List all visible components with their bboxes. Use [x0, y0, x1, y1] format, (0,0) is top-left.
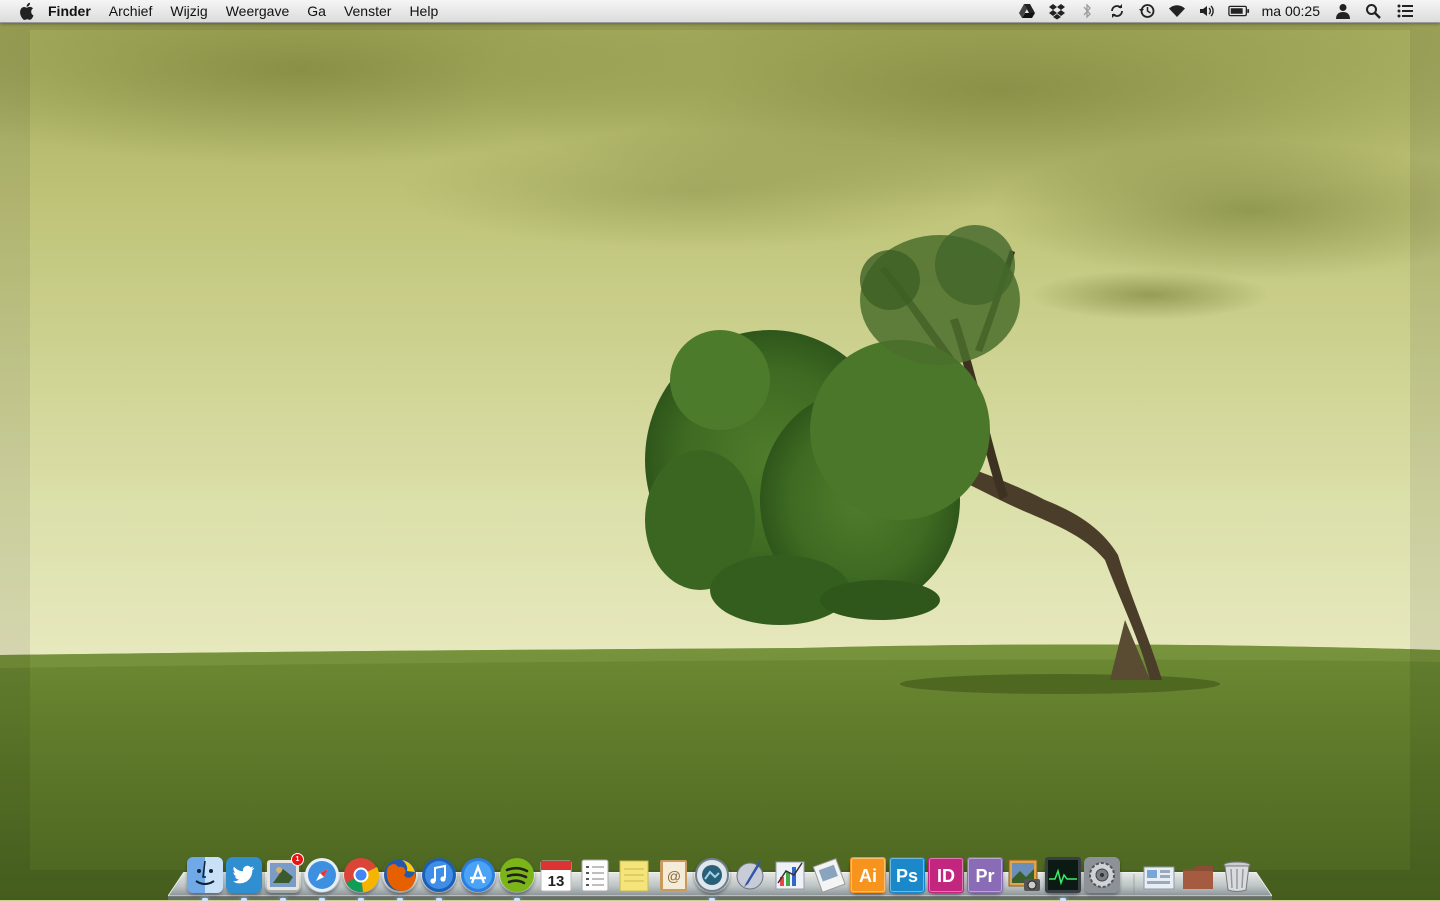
calendar-icon[interactable]: 13 — [538, 857, 574, 893]
menu-ga[interactable]: Ga — [298, 0, 335, 22]
indesign-label: ID — [937, 866, 955, 886]
photoshop-label: Ps — [896, 866, 918, 886]
menu-bar: Finder Archief Wijzig Weergave Ga Venste… — [0, 0, 1440, 23]
grapher-icon[interactable] — [772, 857, 808, 893]
itunes-icon[interactable] — [421, 857, 457, 901]
google-drive-icon[interactable] — [1018, 2, 1036, 20]
dock: 1 13 @ Ai Ps ID Pr — [187, 853, 1258, 901]
photoshop-icon[interactable]: Ps — [889, 857, 925, 893]
time-machine-icon[interactable] — [1138, 2, 1156, 20]
indesign-icon[interactable]: ID — [928, 857, 964, 893]
wifi-icon[interactable] — [1168, 2, 1186, 20]
menu-help[interactable]: Help — [400, 0, 447, 22]
notes-icon[interactable] — [616, 857, 652, 893]
activity-monitor-icon[interactable] — [1045, 857, 1081, 901]
applications-stack-icon[interactable] — [1141, 857, 1177, 893]
image-capture-icon[interactable] — [1006, 857, 1042, 893]
premiere-icon[interactable]: Pr — [967, 857, 1003, 893]
menu-archief[interactable]: Archief — [100, 0, 162, 22]
menu-bar-clock[interactable]: ma 00:25 — [1262, 3, 1320, 19]
menu-app-finder[interactable]: Finder — [34, 0, 100, 22]
desktop-wallpaper — [0, 0, 1440, 900]
bluetooth-icon[interactable] — [1078, 2, 1096, 20]
documents-stack-icon[interactable] — [1180, 857, 1216, 893]
menu-bar-status-area: ma 00:25 — [1012, 0, 1440, 22]
spotlight-search-icon[interactable] — [1364, 2, 1382, 20]
dropbox-icon[interactable] — [1048, 2, 1066, 20]
contacts-icon[interactable]: @ — [655, 857, 691, 893]
script-editor-icon[interactable] — [733, 857, 769, 893]
trash-icon[interactable] — [1219, 857, 1255, 893]
chrome-icon[interactable] — [343, 857, 379, 901]
twitter-icon[interactable] — [226, 857, 262, 901]
mail-icon[interactable]: 1 — [265, 853, 304, 901]
menu-wijzig[interactable]: Wijzig — [161, 0, 216, 22]
menu-weergave[interactable]: Weergave — [217, 0, 299, 22]
premiere-label: Pr — [975, 866, 994, 886]
system-preferences-icon[interactable] — [1084, 857, 1120, 893]
menu-venster[interactable]: Venster — [335, 0, 400, 22]
menu-bar-left: Finder Archief Wijzig Weergave Ga Venste… — [0, 0, 447, 22]
svg-text:@: @ — [667, 868, 681, 884]
battery-icon[interactable] — [1227, 2, 1250, 20]
preview-icon[interactable] — [811, 857, 847, 893]
firefox-icon[interactable] — [382, 857, 418, 901]
notification-list-icon[interactable] — [1394, 2, 1416, 20]
finder-icon[interactable] — [187, 857, 223, 901]
apple-logo-icon[interactable] — [18, 2, 34, 20]
app-store-icon[interactable] — [460, 857, 496, 893]
reminders-icon[interactable] — [577, 857, 613, 893]
user-icon[interactable] — [1334, 2, 1352, 20]
calendar-date-label: 13 — [548, 873, 565, 890]
sync-icon[interactable] — [1108, 2, 1126, 20]
illustrator-label: Ai — [859, 866, 877, 886]
volume-icon[interactable] — [1198, 2, 1216, 20]
spotify-icon[interactable] — [499, 857, 535, 901]
iphoto-icon[interactable] — [694, 857, 730, 901]
illustrator-icon[interactable]: Ai — [850, 857, 886, 893]
mail-unread-badge: 1 — [291, 853, 304, 866]
safari-icon[interactable] — [304, 857, 340, 901]
